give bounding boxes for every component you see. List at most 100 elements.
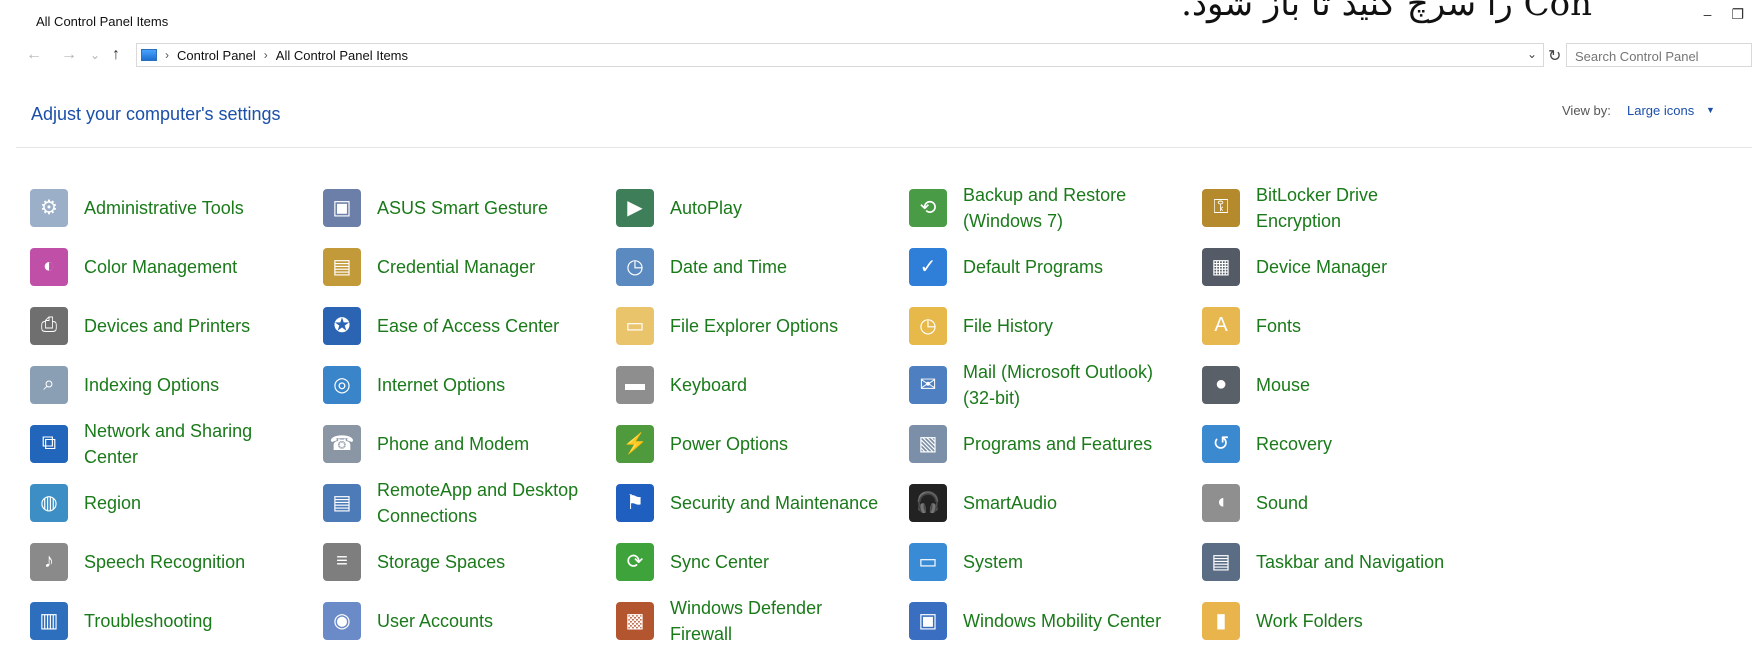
breadcrumb-control-panel[interactable]: Control Panel — [177, 48, 256, 63]
view-by-dropdown[interactable]: Large icons — [1627, 103, 1694, 118]
control-panel-item[interactable]: A Fonts — [1202, 296, 1495, 355]
region-icon: ◍ — [30, 483, 68, 522]
control-panel-item-label: Network and Sharing Center — [84, 420, 253, 467]
control-panel-item-label: Programs and Features — [963, 433, 1153, 454]
control-panel-item[interactable]: ✉ Mail (Microsoft Outlook) (32-bit) — [909, 355, 1202, 414]
control-panel-item-label: Taskbar and Navigation — [1256, 551, 1445, 572]
ease-of-access-icon: ✪ — [323, 306, 361, 345]
control-panel-item[interactable]: ⚡ Power Options — [616, 414, 909, 473]
control-panel-item[interactable]: ▤ RemoteApp and Desktop Connections — [323, 473, 616, 532]
control-panel-item[interactable]: ▭ File Explorer Options — [616, 296, 909, 355]
control-panel-item[interactable]: ◐ Color Management — [30, 237, 323, 296]
control-panel-items: ⚙ Administrative Tools ▣ ASUS Smart Gesture… — [30, 178, 1495, 650]
mail-icon: ✉ — [909, 365, 947, 404]
control-panel-item[interactable]: ☎ Phone and Modem — [323, 414, 616, 473]
flag-icon: ⚑ — [616, 483, 654, 522]
control-panel-item-label: Speech Recognition — [84, 551, 246, 572]
taskbar-icon: ▤ — [1202, 542, 1240, 581]
control-panel-item-label: Windows Mobility Center — [963, 610, 1162, 631]
phone-icon: ☎ — [323, 424, 361, 463]
control-panel-item[interactable]: ⌕ Indexing Options — [30, 355, 323, 414]
forward-arrow-icon[interactable]: → — [61, 46, 77, 64]
chevron-right-icon: › — [263, 48, 268, 62]
control-panel-item[interactable]: ⟳ Sync Center — [616, 532, 909, 591]
firewall-icon: ▩ — [616, 601, 654, 640]
refresh-icon[interactable]: ↻ — [1548, 46, 1561, 66]
view-by-label: View by: — [1562, 103, 1611, 118]
breadcrumb-all-items[interactable]: All Control Panel Items — [276, 48, 408, 63]
back-arrow-icon[interactable]: ← — [26, 46, 42, 64]
control-panel-item-label: Default Programs — [963, 256, 1104, 277]
control-panel-item[interactable]: ▥ Troubleshooting — [30, 591, 323, 650]
control-panel-item[interactable]: ▦ Device Manager — [1202, 237, 1495, 296]
minimize-icon[interactable]: – — [1704, 6, 1712, 23]
divider — [16, 147, 1752, 148]
control-panel-item-label: Phone and Modem — [377, 433, 530, 454]
window-title: All Control Panel Items — [36, 14, 169, 29]
control-panel-item-label: Fonts — [1256, 315, 1302, 336]
control-panel-item-label: File History — [963, 315, 1054, 336]
control-panel-item[interactable]: ⟲ Backup and Restore (Windows 7) — [909, 178, 1202, 237]
control-panel-item[interactable]: ▤ Credential Manager — [323, 237, 616, 296]
control-panel-item[interactable]: ▮ Work Folders — [1202, 591, 1495, 650]
bitlocker-icon: ⚿ — [1202, 188, 1240, 227]
control-panel-item[interactable]: ⎙ Devices and Printers — [30, 296, 323, 355]
control-panel-item-label: Work Folders — [1256, 610, 1363, 631]
control-panel-item-label: SmartAudio — [963, 492, 1058, 513]
control-panel-item[interactable]: ◷ Date and Time — [616, 237, 909, 296]
programs-icon: ▧ — [909, 424, 947, 463]
storage-icon: ≡ — [323, 542, 361, 581]
keyboard-icon: ▬ — [616, 365, 654, 404]
touchpad-icon: ▣ — [323, 188, 361, 227]
control-panel-item[interactable]: ✪ Ease of Access Center — [323, 296, 616, 355]
control-panel-item-label: Ease of Access Center — [377, 315, 560, 336]
control-panel-item[interactable]: ↺ Recovery — [1202, 414, 1495, 473]
control-panel-item-label: ASUS Smart Gesture — [377, 197, 549, 218]
control-panel-item[interactable]: ≡ Storage Spaces — [323, 532, 616, 591]
restore-icon[interactable]: ❐ — [1731, 6, 1744, 23]
control-panel-item[interactable]: ▬ Keyboard — [616, 355, 909, 414]
recent-locations-icon[interactable]: ⌄ — [90, 48, 100, 62]
control-panel-icon — [141, 49, 157, 61]
control-panel-item[interactable]: ⚙ Administrative Tools — [30, 178, 323, 237]
control-panel-item[interactable]: ◉ User Accounts — [323, 591, 616, 650]
control-panel-item[interactable]: ▶ AutoPlay — [616, 178, 909, 237]
control-panel-item[interactable]: ▩ Windows Defender Firewall — [616, 591, 909, 650]
control-panel-item[interactable]: ◎ Internet Options — [323, 355, 616, 414]
control-panel-item[interactable]: ◍ Region — [30, 473, 323, 532]
control-panel-item[interactable]: ⚑ Security and Maintenance — [616, 473, 909, 532]
control-panel-item[interactable]: ✓ Default Programs — [909, 237, 1202, 296]
control-panel-item[interactable]: ▣ ASUS Smart Gesture — [323, 178, 616, 237]
control-panel-item[interactable]: ▭ System — [909, 532, 1202, 591]
address-bar[interactable]: › Control Panel › All Control Panel Item… — [136, 43, 1544, 67]
control-panel-item[interactable]: ⚿ BitLocker Drive Encryption — [1202, 178, 1495, 237]
navigation-bar: ← → ⌄ ↑ › Control Panel › All Control Pa… — [16, 42, 1752, 72]
search-input[interactable] — [1566, 43, 1752, 67]
control-panel-item-label: Internet Options — [377, 374, 506, 395]
recovery-icon: ↺ — [1202, 424, 1240, 463]
control-panel-item[interactable]: ◖ Sound — [1202, 473, 1495, 532]
power-icon: ⚡ — [616, 424, 654, 463]
control-panel-item[interactable]: ▤ Taskbar and Navigation — [1202, 532, 1495, 591]
chevron-down-icon[interactable]: ⌄ — [1527, 47, 1537, 61]
control-panel-item-label: File Explorer Options — [670, 315, 839, 336]
control-panel-item[interactable]: ◷ File History — [909, 296, 1202, 355]
control-panel-item[interactable]: ⧉ Network and Sharing Center — [30, 414, 323, 473]
control-panel-item[interactable]: ● Mouse — [1202, 355, 1495, 414]
control-panel-item-label: Credential Manager — [377, 256, 536, 277]
control-panel-item-label: User Accounts — [377, 610, 494, 631]
internet-options-icon: ◎ — [323, 365, 361, 404]
control-panel-item-label: Administrative Tools — [84, 197, 244, 218]
up-arrow-icon[interactable]: ↑ — [112, 46, 120, 64]
control-panel-item[interactable]: ▧ Programs and Features — [909, 414, 1202, 473]
control-panel-item[interactable]: 🎧 SmartAudio — [909, 473, 1202, 532]
chevron-down-icon[interactable]: ▼ — [1706, 105, 1715, 115]
control-panel-item-label: Recovery — [1256, 433, 1333, 454]
control-panel-item[interactable]: ▣ Windows Mobility Center — [909, 591, 1202, 650]
control-panel-item[interactable]: ♪ Speech Recognition — [30, 532, 323, 591]
device-manager-icon: ▦ — [1202, 247, 1240, 286]
default-programs-icon: ✓ — [909, 247, 947, 286]
indexing-icon: ⌕ — [30, 365, 68, 404]
credential-icon: ▤ — [323, 247, 361, 286]
control-panel-item-label: Mail (Microsoft Outlook) (32-bit) — [963, 361, 1154, 408]
